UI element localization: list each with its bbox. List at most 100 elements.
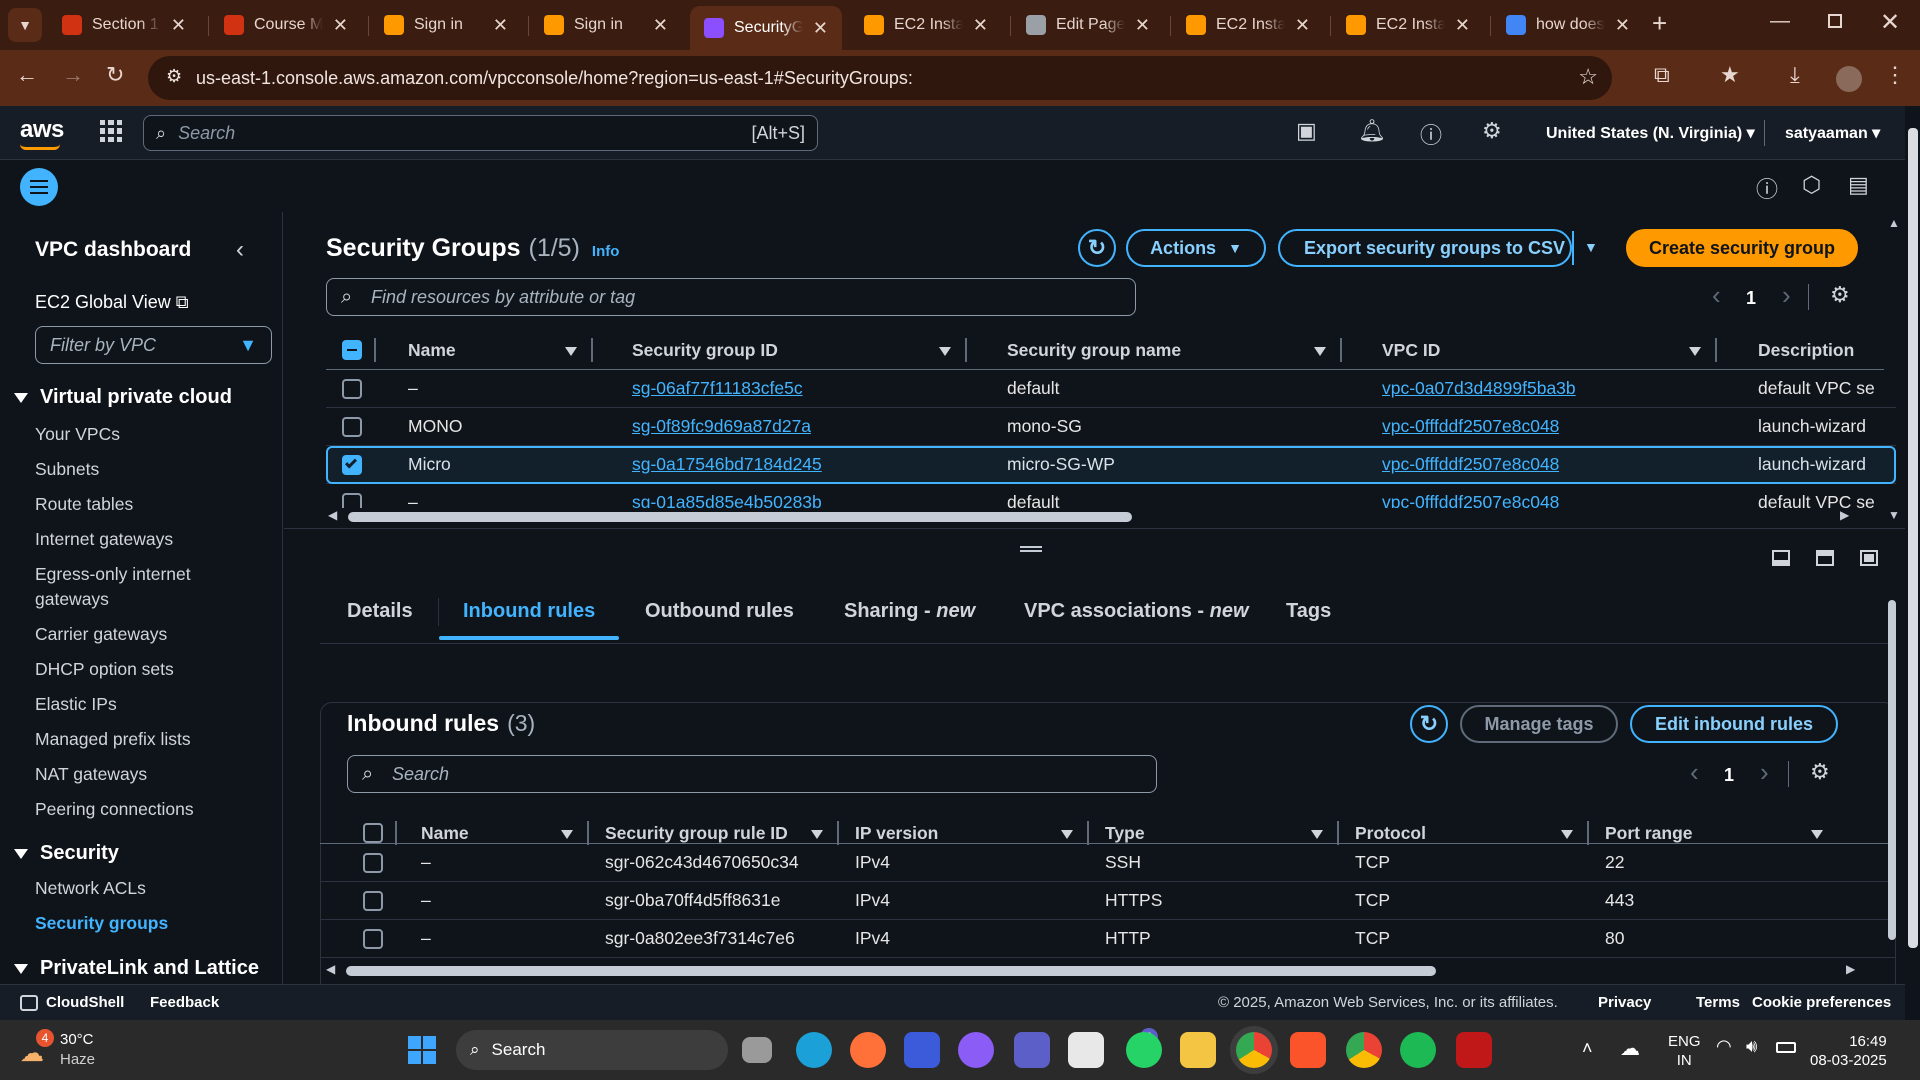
download-icon[interactable]: ⤓ — [1790, 62, 1800, 88]
row-checkbox[interactable] — [342, 379, 362, 399]
filter-by-vpc-select[interactable]: Filter by VPC ▼ — [35, 326, 272, 364]
tab-close-icon[interactable]: ✕ — [1455, 15, 1470, 36]
page-number[interactable]: 1 — [1746, 288, 1756, 309]
table-row[interactable]: – sg-01a85d85e4b50283b default vpc-0fffddf2… — [326, 484, 1896, 508]
wifi-icon[interactable]: ◠ — [1716, 1036, 1732, 1057]
split-full-icon[interactable] — [1860, 550, 1878, 566]
info-link[interactable]: Info — [592, 243, 620, 260]
battery-icon[interactable] — [1776, 1042, 1796, 1053]
lower-panel-scrollbar[interactable] — [1888, 600, 1896, 940]
rule-checkbox[interactable] — [363, 891, 383, 911]
tab-tags[interactable]: Tags — [1286, 600, 1331, 623]
aws-logo[interactable]: aws — [20, 116, 64, 144]
prev-page-icon[interactable]: ‹ — [1712, 280, 1721, 311]
region-selector[interactable]: United States (N. Virginia) ▾ — [1546, 123, 1755, 143]
inbound-page-number[interactable]: 1 — [1724, 765, 1734, 786]
settings-panel-icon[interactable]: ⬡ — [1802, 172, 1821, 198]
sidebar-item-your-vpcs[interactable]: Your VPCs — [35, 422, 120, 447]
minimize-button[interactable]: — — [1770, 10, 1790, 33]
sidebar-item-internet-gateways[interactable]: Internet gateways — [35, 527, 173, 552]
whatsapp-icon[interactable] — [1126, 1032, 1162, 1068]
sidebar-item-nat-gateways[interactable]: NAT gateways — [35, 762, 147, 787]
inbound-rule-row[interactable]: – sgr-062c43d4670650c34 IPv4 SSH TCP 22 — [320, 844, 1896, 882]
rule-checkbox[interactable] — [363, 929, 383, 949]
tab-close-icon[interactable]: ✕ — [1615, 15, 1630, 36]
restore-button[interactable] — [1828, 14, 1842, 28]
upper-scroll-down-icon[interactable]: ▼ — [1888, 508, 1900, 522]
notifications-bell-icon[interactable]: 🔔︎ — [1358, 118, 1386, 144]
table-row[interactable]: – sg-06af77f11183cfe5c default vpc-0a07d3d4… — [326, 370, 1896, 408]
feedback-link[interactable]: Feedback — [150, 994, 219, 1011]
windows-start-icon[interactable] — [408, 1036, 436, 1064]
browser-tab[interactable]: Sign in ✕ — [530, 6, 682, 44]
browser-tab[interactable]: Section 1 \ ✕ — [48, 6, 200, 44]
tray-chevron-icon[interactable]: ˄ — [1582, 1038, 1593, 1059]
refresh-button[interactable]: ↻ — [1078, 229, 1116, 267]
sidebar-item-security-groups[interactable]: Security groups — [35, 911, 168, 936]
volume-icon[interactable]: 🔊︎ — [1746, 1036, 1757, 1057]
language-indicator[interactable]: ENG IN — [1668, 1032, 1701, 1070]
cell-vpc[interactable]: vpc-0fffddf2507e8c048 — [1382, 492, 1559, 508]
inbound-preferences-icon[interactable]: ⚙ — [1810, 759, 1830, 785]
sidebar-item-subnets[interactable]: Subnets — [35, 457, 99, 482]
export-csv-button[interactable]: Export security groups to CSV — [1278, 229, 1572, 267]
chrome-profile-icon[interactable] — [1346, 1032, 1382, 1068]
sidebar-item-route-tables[interactable]: Route tables — [35, 492, 133, 517]
inbound-search-input[interactable]: ⌕ Search — [347, 755, 1157, 793]
browser-tab[interactable]: EC2 Instan ✕ — [1172, 6, 1324, 44]
edge-icon[interactable] — [796, 1032, 832, 1068]
file-explorer-icon[interactable] — [1180, 1032, 1216, 1068]
tab-close-icon[interactable]: ✕ — [1295, 15, 1310, 36]
tab-search-button[interactable]: ▼ — [8, 8, 42, 42]
close-window-button[interactable]: ✕ — [1880, 8, 1900, 37]
task-view-icon[interactable] — [742, 1037, 772, 1063]
section-privatelink[interactable]: PrivateLink and Lattice — [14, 957, 259, 980]
cloudshell-icon[interactable]: ▣ — [1296, 118, 1317, 144]
section-security[interactable]: Security — [14, 842, 119, 865]
sidebar-item-elastic-ips[interactable]: Elastic IPs — [35, 692, 117, 717]
taskbar-search[interactable]: ⌕ Search — [456, 1030, 728, 1070]
firefox-icon[interactable] — [850, 1032, 886, 1068]
extensions-icon[interactable]: ⧉ — [1654, 62, 1670, 88]
inbound-horizontal-scrollbar[interactable] — [346, 966, 1436, 976]
inbound-column-header[interactable]: Port range — [1605, 823, 1693, 844]
manage-tags-button[interactable]: Manage tags — [1460, 705, 1618, 743]
table-preferences-icon[interactable]: ⚙ — [1830, 282, 1850, 308]
sidebar-item-peering-connections[interactable]: Peering connections — [35, 797, 194, 822]
scroll-right-icon[interactable]: ▶ — [1840, 508, 1849, 522]
sort-caret-icon[interactable] — [561, 830, 573, 839]
page-scrollbar[interactable] — [1908, 128, 1918, 948]
scroll-left-icon[interactable]: ◀ — [328, 508, 337, 522]
cloudshell-link[interactable]: CloudShell — [20, 994, 124, 1011]
inbound-prev-page-icon[interactable]: ‹ — [1690, 757, 1699, 788]
cell-id[interactable]: sg-0f89fc9d69a87d27a — [632, 416, 811, 437]
export-dropdown-icon[interactable]: ▼ — [1584, 239, 1598, 255]
ec2-global-view-link[interactable]: EC2 Global View ⧉ — [35, 290, 189, 315]
tab-inbound-rules[interactable]: Inbound rules — [463, 600, 595, 623]
inbound-rule-row[interactable]: – sgr-0a802ee3f7314c7e6 IPv4 HTTP TCP 80 — [320, 920, 1896, 958]
tab-vpc-associations[interactable]: VPC associations - new — [1024, 600, 1249, 623]
inbound-column-header[interactable]: Security group rule ID — [605, 823, 788, 844]
column-header[interactable]: VPC ID — [1382, 340, 1440, 361]
browser-tab[interactable]: Edit Page ✕ — [1012, 6, 1164, 44]
browser-tab[interactable]: SecurityGr ✕ — [690, 6, 842, 50]
actions-button[interactable]: Actions ▼ — [1126, 229, 1266, 267]
sort-caret-icon[interactable] — [1561, 830, 1573, 839]
cell-vpc[interactable]: vpc-0a07d3d4899f5ba3b — [1382, 378, 1576, 399]
chrome-icon[interactable] — [1236, 1032, 1272, 1068]
sort-caret-icon[interactable] — [1311, 830, 1323, 839]
browser-menu-icon[interactable]: ⋮ — [1884, 62, 1906, 88]
weather-widget[interactable]: ☁ 4 30°C Haze — [20, 1029, 95, 1070]
copilot-icon[interactable] — [958, 1032, 994, 1068]
inbound-column-header[interactable]: Protocol — [1355, 823, 1426, 844]
sort-caret-icon[interactable] — [1061, 830, 1073, 839]
account-menu[interactable]: satyaaman ▾ — [1785, 123, 1880, 143]
sort-caret-icon[interactable] — [811, 830, 823, 839]
tab-close-icon[interactable]: ✕ — [653, 15, 668, 36]
browser-tab[interactable]: EC2 Instan ✕ — [1332, 6, 1484, 44]
services-grid-icon[interactable] — [100, 120, 122, 142]
inbound-refresh-button[interactable]: ↻ — [1410, 705, 1448, 743]
row-checkbox[interactable] — [342, 493, 362, 508]
spotify-icon[interactable] — [1400, 1032, 1436, 1068]
hamburger-menu-icon[interactable] — [20, 168, 58, 206]
